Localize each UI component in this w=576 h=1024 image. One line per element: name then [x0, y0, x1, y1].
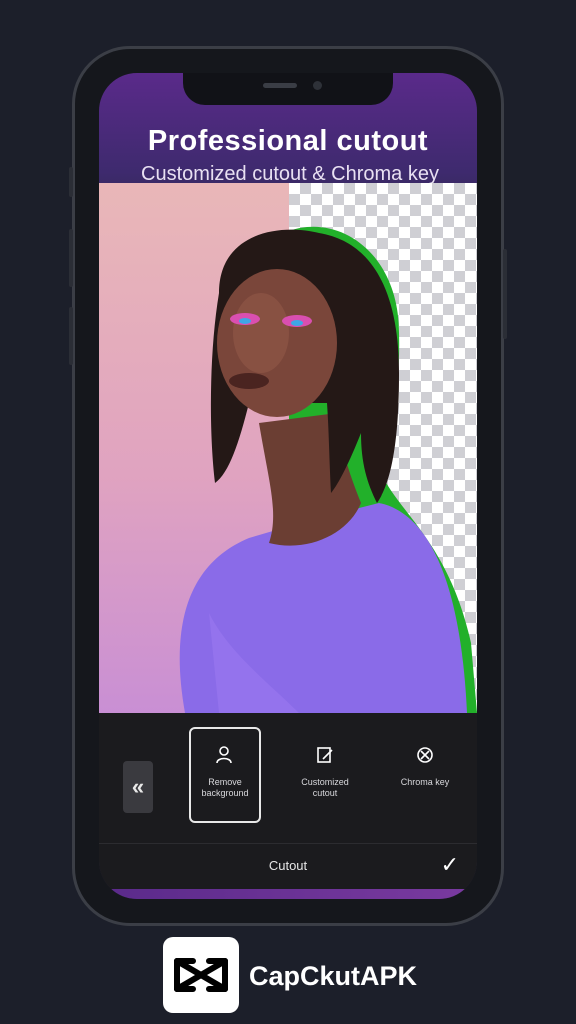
volume-down-button: [69, 307, 73, 365]
right-eye: [291, 320, 303, 326]
check-icon: ✓: [440, 852, 459, 877]
screen-bottom-edge: [99, 889, 477, 899]
phone-frame: Professional cutout Customized cutout & …: [69, 46, 507, 926]
tool-chroma-key[interactable]: Chroma key: [389, 727, 461, 823]
chevrons-left-icon: «: [131, 774, 145, 799]
front-camera: [313, 81, 322, 90]
confirm-button[interactable]: ✓: [441, 852, 459, 878]
left-eye: [239, 318, 251, 324]
phone-screen: Professional cutout Customized cutout & …: [99, 73, 477, 899]
tool-customized-cutout-label: Customized cutout: [301, 777, 349, 798]
tool-customized-cutout[interactable]: Customized cutout: [289, 727, 361, 823]
person-remove-icon: [191, 745, 259, 771]
promo-headline: Professional cutout: [147, 125, 429, 157]
bottom-bar: Cutout ✓: [99, 843, 477, 890]
capcut-logo-icon: [163, 937, 239, 1013]
brand-footer: CapCkutAPK: [163, 937, 463, 1013]
notch: [183, 73, 393, 105]
brush-cutout-icon: [289, 745, 361, 771]
tool-remove-background[interactable]: Remove background: [189, 727, 261, 823]
chroma-key-icon: [389, 745, 461, 771]
subject-lips: [229, 373, 269, 389]
tool-chroma-key-label: Chroma key: [400, 777, 450, 787]
cutout-preview[interactable]: [99, 183, 477, 713]
panel-title: Cutout: [268, 858, 308, 873]
volume-up-button: [69, 229, 73, 287]
speaker: [263, 83, 297, 88]
portrait-subject: [179, 226, 477, 713]
face-highlight: [233, 293, 289, 373]
mute-switch: [69, 167, 73, 197]
cutout-toolbar: « Remove background Customized cutout Ch…: [99, 713, 477, 843]
brand-name: CapCkutAPK: [249, 961, 418, 991]
collapse-toolbar-button[interactable]: «: [123, 761, 153, 813]
power-button: [503, 249, 507, 339]
tool-remove-background-label: Remove background: [201, 777, 249, 798]
